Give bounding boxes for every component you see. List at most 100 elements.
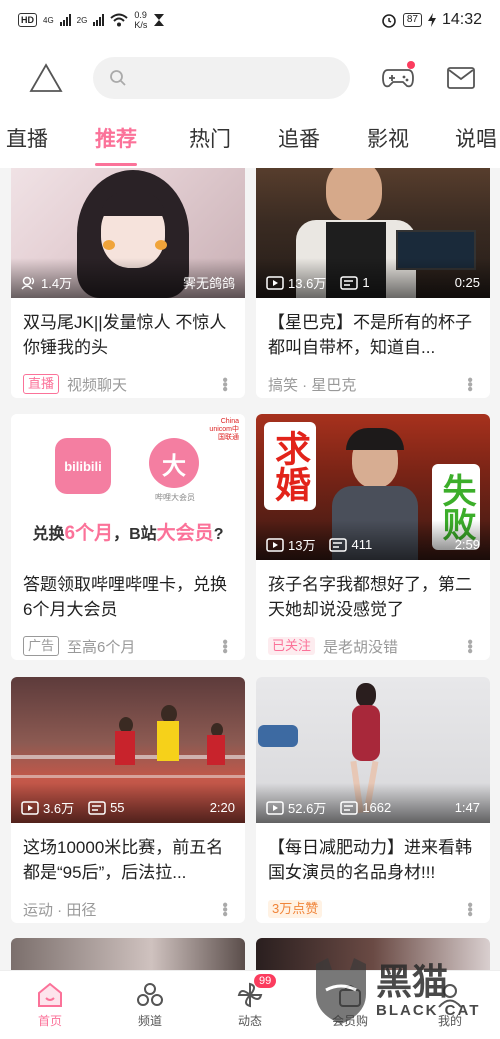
bilibili-logo: bilibili <box>55 438 111 494</box>
feed-card[interactable]: 13.6万 1 0:25 【星巴克】不是所有的杯子都叫自带杯，知道自... 搞笑… <box>256 168 490 398</box>
video-title: 孩子名字我都想好了，第二天她却说没感觉了 <box>268 575 472 619</box>
cat-shield-icon <box>316 957 366 1024</box>
video-duration: 2:59 <box>454 537 480 552</box>
video-duration: 2:20 <box>209 800 235 815</box>
signal-icon <box>59 14 71 26</box>
channels-icon <box>137 982 163 1006</box>
view-count: 3.6万 <box>43 801 75 816</box>
network-label-2: 2G <box>76 15 88 25</box>
hd-indicator: HD <box>18 13 37 27</box>
signal-icon-2 <box>93 14 105 26</box>
activity-badge: 99 <box>254 973 277 988</box>
category-label: 视频聊天 <box>67 376 128 394</box>
tab-anime[interactable]: 追番 <box>278 116 320 168</box>
danmaku-icon <box>340 275 359 290</box>
vip-logo-caption: 哔哩大会员 <box>155 493 195 502</box>
category-label: 搞笑 · 星巴克 <box>268 376 357 394</box>
ad-headline: 兑换6个月，B站大会员? <box>32 523 224 544</box>
vip-logo: 大 <box>149 438 199 488</box>
more-options-icon[interactable]: ••• <box>215 639 233 653</box>
video-title: 双马尾JK||发量惊人 不惊人你锤我的头 <box>23 313 227 357</box>
search-bar[interactable] <box>93 57 350 99</box>
viewer-icon <box>21 276 35 290</box>
search-input[interactable] <box>135 69 336 87</box>
watermark-en: BLACK CAT <box>376 1002 481 1019</box>
tab-recommend[interactable]: 推荐 <box>95 116 137 168</box>
live-badge: 直播 <box>23 374 60 394</box>
tab-rap[interactable]: 说唱 <box>455 116 497 168</box>
tab-hot[interactable]: 热门 <box>189 116 231 168</box>
view-count: 1.4万 <box>41 276 73 291</box>
nav-home[interactable]: 首页 <box>10 982 90 1029</box>
nav-activity[interactable]: 99 动态 <box>210 973 290 1029</box>
feed-card[interactable]: 52.6万 1662 1:47 【每日减肥动力】进来看韩国女演员的名品身材!!!… <box>256 677 490 923</box>
video-thumbnail: 52.6万 1662 1:47 <box>256 677 490 823</box>
ad-card[interactable]: China unicom中国联通 bilibili 大 哔哩大会员 兑换6个月，… <box>11 414 245 660</box>
ad-subtitle: 至高6个月 <box>67 638 136 656</box>
danmaku-icon <box>329 537 348 552</box>
mail-icon <box>447 67 476 89</box>
watermark-cn: 黑猫 <box>376 961 449 1002</box>
danmaku-icon <box>88 800 106 815</box>
ad-title: 答题领取哔哩哔哩卡，兑换6个月大会员 <box>23 575 227 619</box>
top-bar <box>0 40 500 116</box>
home-icon <box>38 982 62 1007</box>
net-speed: 0.9 K/s <box>134 10 148 30</box>
nav-activity-label: 动态 <box>237 1013 262 1028</box>
thumbnail-text-left: 求婚 <box>264 422 316 510</box>
clock: 14:32 <box>441 11 482 28</box>
play-icon <box>266 537 284 552</box>
tab-live[interactable]: 直播 <box>6 116 48 168</box>
video-title: 【星巴克】不是所有的杯子都叫自带杯，知道自... <box>268 313 472 357</box>
black-cat-watermark: 黑猫 BLACK CAT <box>312 942 500 1039</box>
battery-indicator: 87 <box>402 13 422 27</box>
hourglass-icon <box>154 14 165 26</box>
nav-home-label: 首页 <box>37 1013 62 1028</box>
play-icon <box>266 275 284 290</box>
feed-card[interactable]: 1.4万 霁无鸽鸽 双马尾JK||发量惊人 不惊人你锤我的头 直播 视频聊天 •… <box>11 168 245 398</box>
category-label: 运动 · 田径 <box>23 901 97 919</box>
play-icon <box>21 800 39 815</box>
triangle-logo-icon[interactable] <box>28 60 63 96</box>
search-icon <box>110 70 126 86</box>
notification-dot <box>406 61 415 69</box>
video-feed: 1.4万 霁无鸽鸽 双马尾JK||发量惊人 不惊人你锤我的头 直播 视频聊天 •… <box>0 168 500 970</box>
feed-card-partial[interactable] <box>11 938 245 970</box>
play-icon <box>266 800 284 815</box>
danmaku-count: 1 <box>362 275 370 290</box>
alarm-icon <box>382 14 396 28</box>
danmaku-count: 411 <box>351 537 373 552</box>
video-thumbnail: 3.6万 55 2:20 <box>11 677 245 823</box>
feed-card[interactable]: 求婚 失败 13万 411 2:59 孩子名字我都想好了，第二天她却说没感觉了 … <box>256 414 490 660</box>
game-center-button[interactable] <box>382 61 415 95</box>
wifi-icon <box>110 13 129 27</box>
more-options-icon[interactable]: ••• <box>215 902 233 916</box>
view-count: 52.6万 <box>288 801 327 816</box>
view-count: 13.6万 <box>288 276 327 291</box>
network-label: 4G <box>43 15 54 25</box>
more-options-icon[interactable]: ••• <box>460 377 478 391</box>
likes-badge: 3万点赞 <box>268 900 323 918</box>
more-options-icon[interactable]: ••• <box>460 639 478 653</box>
ad-banner: China unicom中国联通 bilibili 大 哔哩大会员 兑换6个月，… <box>11 414 245 560</box>
followed-badge: 已关注 <box>268 637 316 655</box>
status-bar: HD 4G 2G 0.9 K/s 87 14:32 <box>0 0 500 40</box>
view-count: 13万 <box>288 538 316 553</box>
video-thumbnail: 13.6万 1 0:25 <box>256 168 490 298</box>
video-duration: 0:25 <box>454 275 480 290</box>
danmaku-count: 55 <box>110 800 125 815</box>
messages-button[interactable] <box>445 61 478 95</box>
tab-movies[interactable]: 影视 <box>367 116 409 168</box>
more-options-icon[interactable]: ••• <box>215 377 233 391</box>
video-title: 这场10000米比赛，前五名都是“95后”，后法拉... <box>23 838 224 882</box>
uploader-name: 是老胡没错 <box>323 638 399 656</box>
video-title: 【每日减肥动力】进来看韩国女演员的名品身材!!! <box>268 838 472 882</box>
video-duration: 1:47 <box>454 800 480 815</box>
more-options-icon[interactable]: ••• <box>460 902 478 916</box>
danmaku-count: 1662 <box>362 800 392 815</box>
video-thumbnail: 1.4万 霁无鸽鸽 <box>11 168 245 298</box>
nav-channels[interactable]: 频道 <box>110 982 190 1029</box>
ad-badge: 广告 <box>23 636 60 656</box>
category-tabs: 直播 推荐 热门 追番 影视 说唱 <box>0 116 500 168</box>
feed-card[interactable]: 3.6万 55 2:20 这场10000米比赛，前五名都是“95后”，后法拉..… <box>11 677 245 923</box>
